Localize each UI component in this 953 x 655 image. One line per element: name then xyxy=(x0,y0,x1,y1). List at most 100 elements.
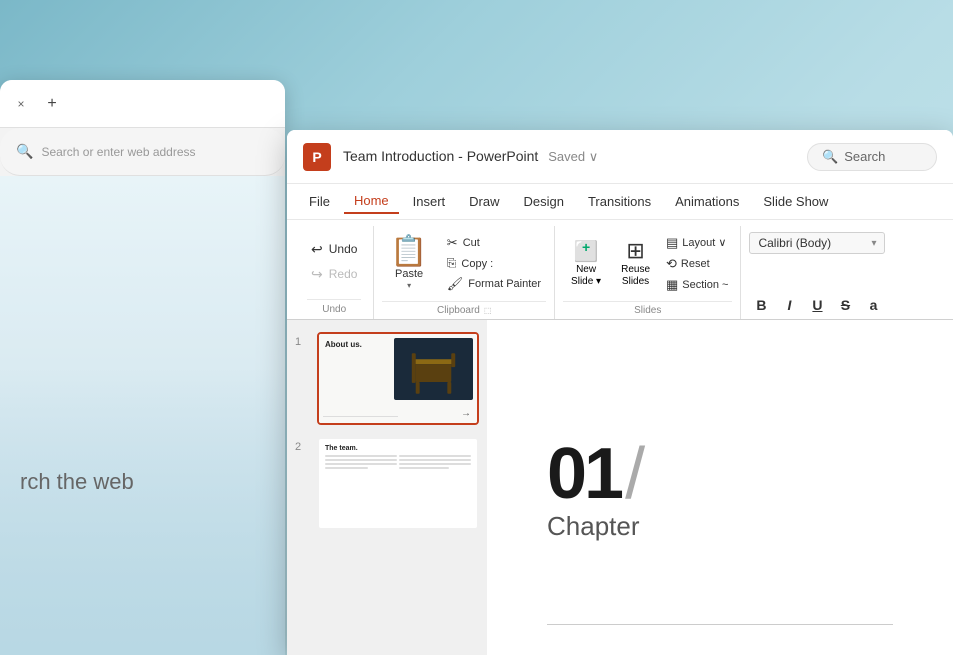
new-slide-button[interactable]: ⬜ + NewSlide ▾ xyxy=(563,236,609,292)
section-button[interactable]: ▦ Section ~ xyxy=(662,275,732,295)
reset-button[interactable]: ⟲ Reset xyxy=(662,254,732,274)
slide-1-number: 1 xyxy=(295,332,309,348)
underline-button[interactable]: U xyxy=(805,293,829,317)
slide-2-title: The team. xyxy=(325,445,471,452)
powerpoint-window: P Team Introduction - PowerPoint Saved ∨… xyxy=(287,130,953,655)
clipboard-right-buttons: ✂ Cut ⎘ Copy : 🖌 Format Painter xyxy=(442,233,546,294)
chapter-number-display: 01 / xyxy=(547,433,645,515)
ribbon-clipboard-group: 📋 Paste ▾ ✂ Cut ⎘ Copy : 🖌 Format xyxy=(374,226,555,319)
paste-icon: 📋 xyxy=(390,237,427,267)
ppt-menubar: File Home Insert Draw Design Transitions… xyxy=(287,184,953,220)
slide-2-thumb[interactable]: The team. xyxy=(317,437,479,530)
ribbon-slides-group: ⬜ + NewSlide ▾ ⊞ ReuseSlides ▤ Layout ∨ … xyxy=(555,226,741,319)
slide-1-container: 1 About us. xyxy=(295,332,479,425)
format-painter-icon: 🖌 xyxy=(447,276,464,292)
menu-draw[interactable]: Draw xyxy=(459,190,509,213)
paste-label: Paste xyxy=(395,268,423,280)
reuse-slides-label: ReuseSlides xyxy=(621,264,650,288)
ppt-search-box[interactable]: 🔍 Search xyxy=(807,143,937,171)
slide-1-image xyxy=(394,338,473,400)
slides-right-buttons: ▤ Layout ∨ ⟲ Reset ▦ Section ~ xyxy=(662,233,732,295)
paste-button[interactable]: 📋 Paste ▾ xyxy=(382,233,435,294)
ppt-saved-badge: Saved ∨ xyxy=(548,149,598,164)
browser-content: rch the web xyxy=(0,176,285,655)
font-dropdown-icon: ▾ xyxy=(871,238,876,249)
slides-content: ⬜ + NewSlide ▾ ⊞ ReuseSlides ▤ Layout ∨ … xyxy=(563,226,732,301)
slide-2-col1 xyxy=(325,455,397,471)
more-format-button[interactable]: a xyxy=(861,293,885,317)
browser-window: × + 🔍 Search or enter web address rch th… xyxy=(0,80,285,655)
clipboard-group-label: Clipboard ⬚ xyxy=(382,301,546,319)
plus-icon: + xyxy=(47,95,56,113)
chapter-slash: / xyxy=(625,433,645,515)
layout-button[interactable]: ▤ Layout ∨ xyxy=(662,233,732,253)
slide-2-col2 xyxy=(399,455,471,471)
format-painter-button[interactable]: 🖌 Format Painter xyxy=(442,274,546,294)
slides-group-label: Slides xyxy=(563,301,732,319)
slide-2-content: The team. xyxy=(319,439,477,528)
slide-1-content: About us. xyxy=(319,334,477,423)
reuse-slides-icon: ⊞ xyxy=(626,240,644,262)
redo-label: Redo xyxy=(329,267,358,281)
chapter-label: Chapter xyxy=(547,511,645,542)
menu-animations[interactable]: Animations xyxy=(665,190,749,213)
ppt-logo: P xyxy=(303,143,331,171)
slide-1-line xyxy=(323,416,398,417)
address-search-icon: 🔍 xyxy=(16,143,33,160)
copy-icon: ⎘ xyxy=(447,256,457,271)
chapter-content: 01 / Chapter xyxy=(547,433,645,542)
undo-label: Undo xyxy=(329,242,358,256)
address-bar-text: Search or enter web address xyxy=(41,145,195,159)
redo-button[interactable]: ↪ Redo xyxy=(307,264,361,285)
ppt-main: 1 About us. xyxy=(287,320,953,655)
slide-1-thumb[interactable]: About us. xyxy=(317,332,479,425)
ribbon-font-group: Calibri (Body) ▾ B I U S a xyxy=(741,226,893,319)
bold-button[interactable]: B xyxy=(749,293,773,317)
menu-slideshow[interactable]: Slide Show xyxy=(753,190,838,213)
cut-button[interactable]: ✂ Cut xyxy=(442,233,546,253)
slide-2-container: 2 The team. xyxy=(295,437,479,530)
ppt-search-text: Search xyxy=(844,149,885,164)
menu-home[interactable]: Home xyxy=(344,189,399,214)
browser-address-bar[interactable]: 🔍 Search or enter web address xyxy=(0,128,285,176)
new-slide-icon: ⬜ + xyxy=(574,240,599,262)
reset-label: Reset xyxy=(681,258,710,270)
font-selector[interactable]: Calibri (Body) ▾ xyxy=(749,232,885,254)
reuse-slides-button[interactable]: ⊞ ReuseSlides xyxy=(613,236,658,292)
copy-label: Copy : xyxy=(461,258,493,270)
menu-transitions[interactable]: Transitions xyxy=(578,190,661,213)
section-icon: ▦ xyxy=(666,277,678,293)
browser-titlebar: × + xyxy=(0,80,285,128)
ppt-title-text: Team Introduction - PowerPoint xyxy=(343,148,538,164)
section-label: Section ~ xyxy=(682,279,728,291)
slide-2-number: 2 xyxy=(295,437,309,453)
cut-icon: ✂ xyxy=(447,235,458,251)
reset-icon: ⟲ xyxy=(666,256,677,272)
chapter-number: 01 xyxy=(547,438,621,510)
undo-button[interactable]: ↩ Undo xyxy=(307,239,361,260)
slide-panel: 1 About us. xyxy=(287,320,487,655)
clipboard-content: 📋 Paste ▾ ✂ Cut ⎘ Copy : 🖌 Format xyxy=(382,226,546,301)
italic-button[interactable]: I xyxy=(777,293,801,317)
menu-insert[interactable]: Insert xyxy=(403,190,456,213)
slide-canvas: 01 / Chapter xyxy=(487,320,953,655)
new-tab-button[interactable]: + xyxy=(40,92,64,116)
strikethrough-button[interactable]: S xyxy=(833,293,857,317)
layout-icon: ▤ xyxy=(666,235,678,251)
menu-design[interactable]: Design xyxy=(514,190,574,213)
ppt-title: Team Introduction - PowerPoint Saved ∨ xyxy=(343,148,795,165)
copy-button[interactable]: ⎘ Copy : xyxy=(442,254,546,273)
close-icon: × xyxy=(17,97,24,111)
paste-arrow: ▾ xyxy=(407,281,411,290)
ribbon-undo-group: ↩ Undo ↪ Redo Undo xyxy=(295,226,374,319)
menu-file[interactable]: File xyxy=(299,190,340,213)
font-format-row: B I U S a xyxy=(749,291,885,319)
layout-label: Layout ∨ xyxy=(682,236,726,249)
chair-svg xyxy=(394,338,473,400)
format-painter-label: Format Painter xyxy=(468,278,541,290)
clipboard-expand-icon[interactable]: ⬚ xyxy=(484,306,492,315)
browser-close-button[interactable]: × xyxy=(12,95,30,113)
undo-group-label: Undo xyxy=(307,299,361,315)
ppt-titlebar: P Team Introduction - PowerPoint Saved ∨… xyxy=(287,130,953,184)
new-slide-label: NewSlide ▾ xyxy=(571,264,601,288)
